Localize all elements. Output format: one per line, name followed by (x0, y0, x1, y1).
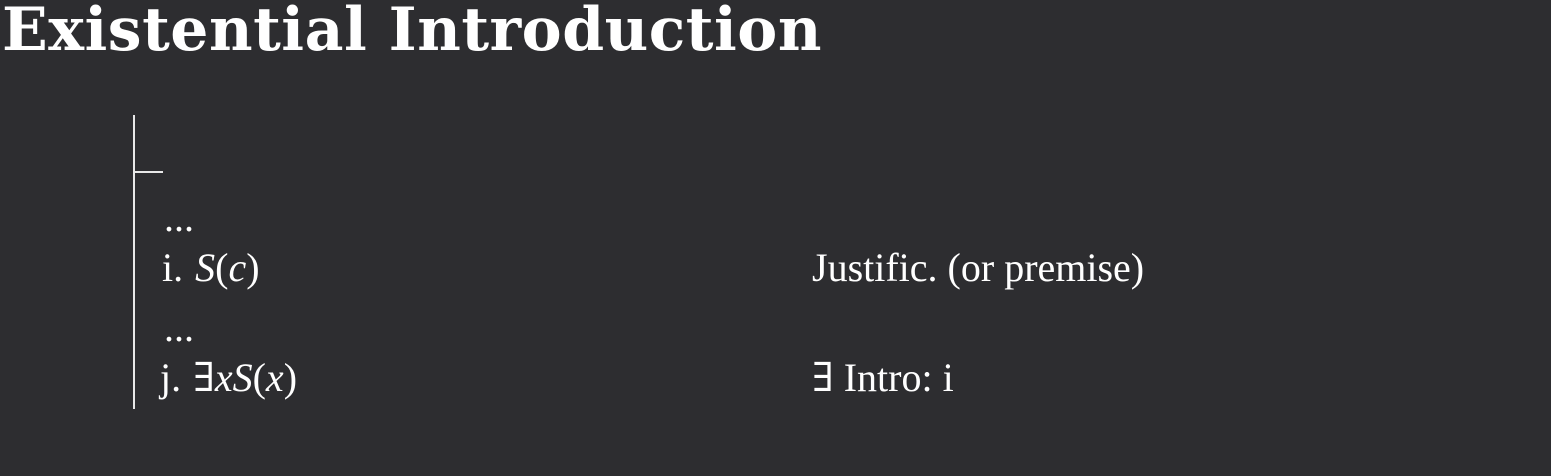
close-paren: ) (246, 245, 260, 290)
variable-symbol: x (214, 355, 233, 400)
line-number: j. (160, 355, 182, 400)
ellipsis-row: ... (164, 305, 194, 350)
variable-symbol: x (265, 355, 284, 400)
proof-line-i: i. S(c) (162, 246, 260, 290)
open-paren: ( (252, 355, 266, 400)
existential-quantifier: ∃ (193, 355, 215, 400)
page-title: Existential Introduction (2, 0, 822, 65)
formula: ∃xS(x) (193, 355, 297, 400)
open-paren: ( (215, 245, 229, 290)
justification-i: Justific. (or premise) (812, 245, 1145, 290)
justification-j: ∃ Intro: i (812, 355, 954, 400)
predicate-symbol: S (195, 245, 216, 290)
close-paren: ) (283, 355, 298, 400)
proof-scope-line (133, 115, 135, 409)
proof-line-j: j. ∃xS(x) (160, 356, 297, 400)
ellipsis-row: ... (164, 195, 194, 240)
constant-symbol: c (228, 245, 247, 290)
predicate-symbol: S (232, 355, 253, 400)
line-number: i. (162, 245, 184, 290)
premise-separator-line (133, 171, 163, 173)
formula: S(c) (195, 245, 259, 290)
